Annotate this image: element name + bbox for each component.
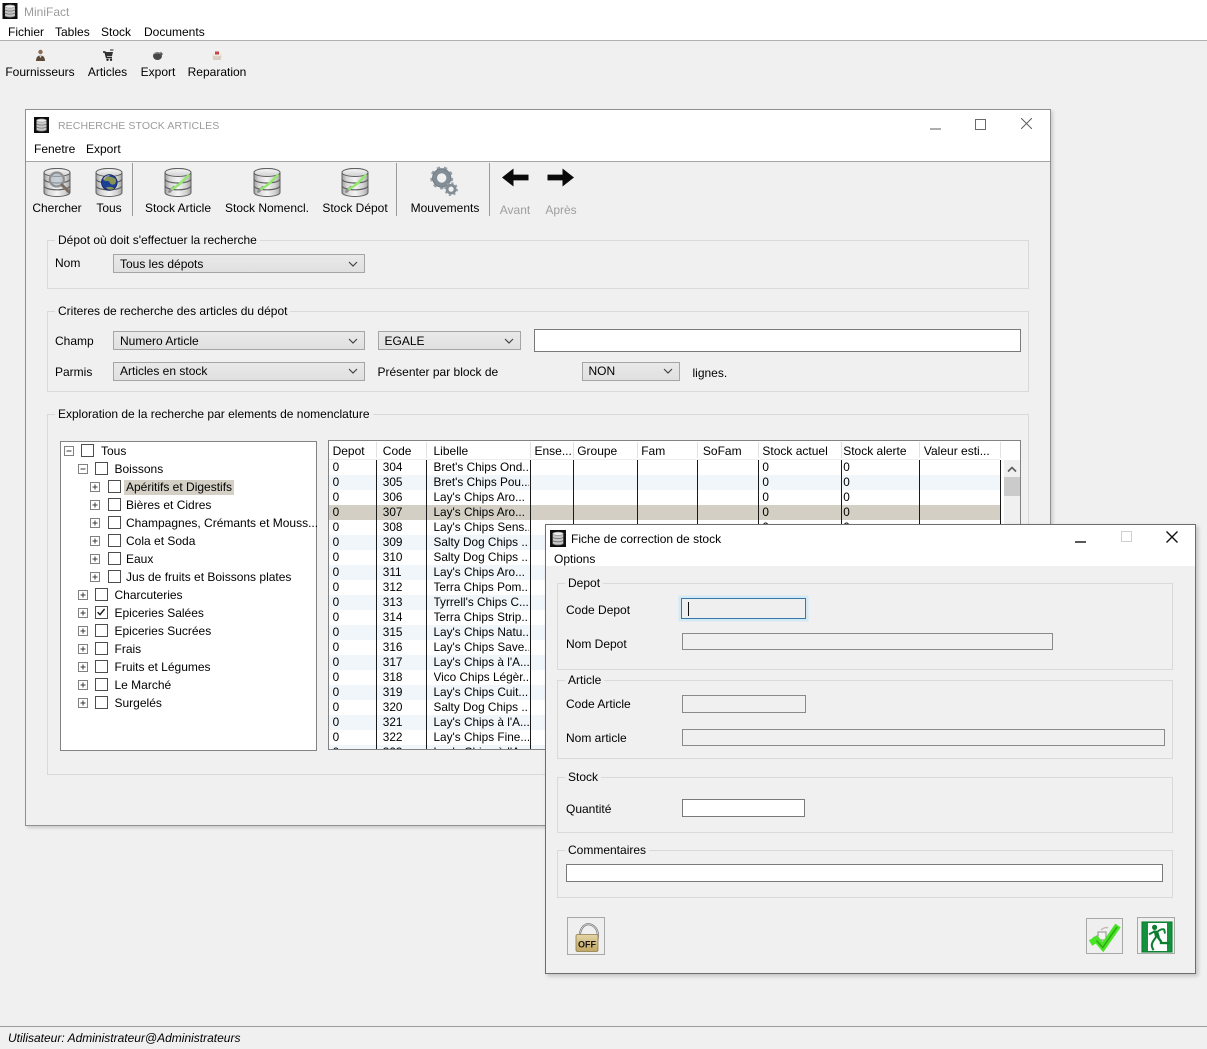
- svg-text:OFF: OFF: [578, 940, 596, 950]
